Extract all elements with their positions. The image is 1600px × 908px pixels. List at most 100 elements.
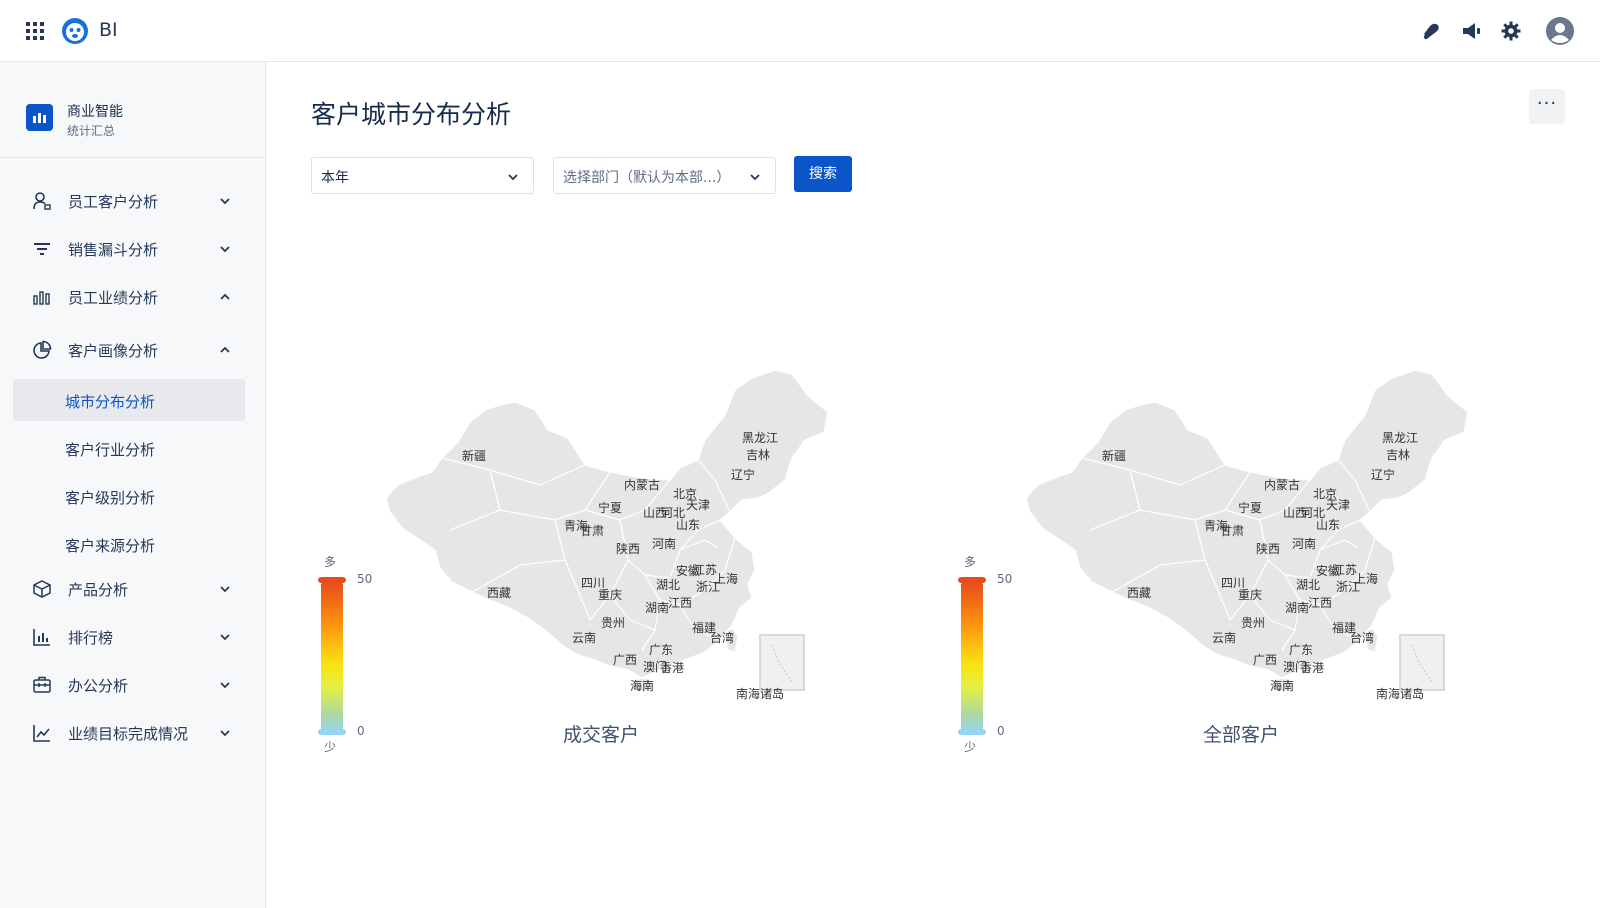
- sidebar-item-employee-customer[interactable]: 员工客户分析: [0, 179, 266, 223]
- region-label: 吉林: [1386, 448, 1411, 462]
- app-grid-icon[interactable]: [26, 22, 44, 40]
- chevron-down-icon: [220, 246, 230, 253]
- region-label: 湖南: [1285, 601, 1310, 615]
- region-label: 江西: [1308, 596, 1333, 610]
- megaphone-icon[interactable]: [1460, 20, 1482, 42]
- legend-max-value: 50: [997, 572, 1013, 586]
- sidebar-subitem-label: 客户行业分析: [65, 441, 156, 459]
- region-label: 甘肃: [580, 524, 605, 538]
- chevron-down-icon: [508, 174, 518, 181]
- region-label: 广西: [613, 653, 638, 667]
- ranking-icon: [33, 629, 50, 646]
- region-label: 宁夏: [1238, 501, 1263, 515]
- legend-low-label: 少: [964, 740, 977, 754]
- legend-max-value: 50: [357, 572, 373, 586]
- box-icon: [33, 580, 51, 598]
- sidebar-item-employee-performance[interactable]: 员工业绩分析: [0, 275, 266, 319]
- sidebar-item-label: 产品分析: [68, 581, 129, 599]
- sidebar-item-ranking[interactable]: 排行榜: [0, 615, 266, 659]
- trend-icon: [33, 725, 50, 742]
- chevron-down-icon: [220, 730, 230, 737]
- region-label: 南海诸岛: [1376, 687, 1425, 701]
- department-select-placeholder: 选择部门（默认为本部...）: [563, 170, 731, 186]
- region-label: 广西: [1253, 653, 1278, 667]
- sidebar-subitem-customer-level[interactable]: 客户级别分析: [13, 475, 245, 517]
- region-label: 海南: [630, 679, 655, 693]
- department-select[interactable]: 选择部门（默认为本部...）: [553, 157, 776, 194]
- chevron-down-icon: [750, 174, 760, 181]
- region-label: 陕西: [1256, 542, 1281, 556]
- chevron-up-icon: [220, 346, 230, 353]
- app-logo-icon[interactable]: [62, 18, 88, 44]
- legend-handle-bottom[interactable]: [958, 729, 986, 735]
- sidebar-item-label: 员工业绩分析: [68, 289, 159, 307]
- region-label: 云南: [572, 631, 597, 645]
- gear-icon[interactable]: [1500, 20, 1522, 42]
- region-label: 云南: [1212, 631, 1237, 645]
- region-label: 广东: [1289, 643, 1314, 657]
- sidebar-item-target-completion[interactable]: 业绩目标完成情况: [0, 711, 266, 755]
- sidebar-item-label: 员工客户分析: [68, 193, 159, 211]
- region-label: 香港: [660, 661, 685, 675]
- region-label: 浙江: [696, 580, 721, 594]
- region-label: 河南: [652, 537, 677, 551]
- bar-chart-brand-icon: [26, 104, 53, 131]
- region-label: 天津: [686, 498, 711, 512]
- legend-color-scale: [321, 582, 343, 732]
- top-bar: BI: [0, 0, 1600, 62]
- region-label: 湖北: [1296, 578, 1321, 592]
- region-label: 陕西: [616, 542, 641, 556]
- region-label: 天津: [1326, 498, 1351, 512]
- sidebar-brand[interactable]: 商业智能 统计汇总: [0, 62, 266, 158]
- sidebar-item-label: 办公分析: [68, 677, 129, 695]
- map-chart-closed-customers: 多 50 0 少 黑龙江 吉林 辽宁 新疆 内蒙古 北京 天津 宁夏 山西 河北 青海 甘肃 山东 陕西河…: [310, 360, 950, 770]
- region-label: 重庆: [598, 588, 623, 602]
- region-label: 台湾: [1350, 631, 1375, 645]
- chevron-down-icon: [220, 634, 230, 641]
- sidebar-item-customer-profile[interactable]: 客户画像分析: [0, 328, 266, 372]
- region-label: 新疆: [462, 449, 487, 463]
- region-label: 香港: [1300, 661, 1325, 675]
- legend-min-value: 0: [357, 724, 365, 738]
- region-label: 湖北: [656, 578, 681, 592]
- region-label: 黑龙江: [1382, 431, 1419, 445]
- brand-subtitle: 统计汇总: [67, 124, 116, 138]
- region-label: 宁夏: [598, 501, 623, 515]
- region-label: 吉林: [746, 448, 771, 462]
- region-label: 江西: [668, 596, 693, 610]
- period-select[interactable]: 本年: [311, 157, 534, 194]
- sidebar-item-sales-funnel[interactable]: 销售漏斗分析: [0, 227, 266, 271]
- user-icon: [33, 192, 51, 210]
- sidebar-subitem-city-distribution[interactable]: 城市分布分析: [13, 379, 245, 421]
- region-label: 辽宁: [1371, 468, 1396, 482]
- region-label: 重庆: [1238, 588, 1263, 602]
- legend-color-scale: [961, 582, 983, 732]
- sidebar-item-office-analysis[interactable]: 办公分析: [0, 663, 266, 707]
- region-label: 甘肃: [1220, 524, 1245, 538]
- app-name[interactable]: BI: [99, 19, 118, 41]
- search-button[interactable]: 搜索: [794, 156, 852, 192]
- region-label: 新疆: [1102, 449, 1127, 463]
- sidebar-subitem-customer-source[interactable]: 客户来源分析: [13, 523, 245, 565]
- brand-title: 商业智能: [67, 104, 123, 120]
- region-label: 内蒙古: [624, 478, 661, 492]
- period-select-value: 本年: [321, 170, 349, 186]
- chart-title: 全部客户: [1203, 724, 1280, 746]
- sidebar-subitem-label: 客户级别分析: [65, 489, 156, 507]
- legend-handle-bottom[interactable]: [318, 729, 346, 735]
- region-label: 辽宁: [731, 468, 756, 482]
- region-label: 贵州: [1241, 616, 1266, 630]
- legend-high-label: 多: [324, 555, 337, 569]
- bell-icon[interactable]: [1420, 20, 1442, 42]
- chevron-down-icon: [220, 198, 230, 205]
- more-options-button[interactable]: ···: [1529, 89, 1565, 124]
- legend-min-value: 0: [997, 724, 1005, 738]
- chevron-down-icon: [220, 682, 230, 689]
- sidebar-subitem-customer-industry[interactable]: 客户行业分析: [13, 427, 245, 469]
- avatar-icon[interactable]: [1546, 17, 1574, 45]
- region-label: 山东: [676, 518, 701, 532]
- region-label: 河南: [1292, 537, 1317, 551]
- region-label: 湖南: [645, 601, 670, 615]
- sidebar-item-product-analysis[interactable]: 产品分析: [0, 567, 266, 611]
- region-label: 浙江: [1336, 580, 1361, 594]
